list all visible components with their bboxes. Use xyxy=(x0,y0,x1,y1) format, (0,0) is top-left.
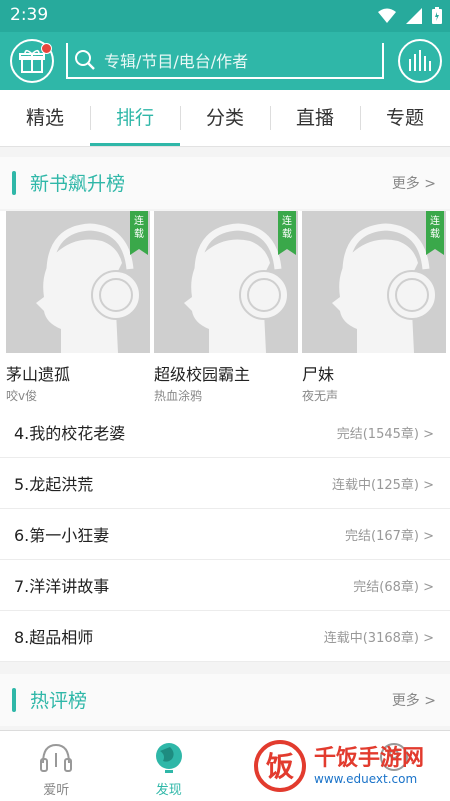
book-title: 茅山遗孤 xyxy=(6,361,150,385)
gift-button[interactable] xyxy=(10,39,54,83)
headphone-silhouette-icon xyxy=(302,211,446,353)
book-card[interactable]: 连载 超级校园霸主 热血涂鸦 xyxy=(154,211,298,404)
badge-notch xyxy=(278,249,296,255)
status-icons xyxy=(378,7,442,24)
serial-badge: 连载 xyxy=(426,211,444,249)
tab-live[interactable]: 直播 xyxy=(270,90,360,146)
watermark-logo: 饭 xyxy=(252,738,308,794)
more-link[interactable]: 更多 > xyxy=(392,690,436,710)
list-item-title: 5.龙起洪荒 xyxy=(14,471,93,495)
book-author: 夜无声 xyxy=(302,387,446,404)
svg-text:饭: 饭 xyxy=(266,750,294,783)
audio-rank-button[interactable] xyxy=(398,39,442,83)
notification-dot xyxy=(41,43,52,54)
tab-category[interactable]: 分类 xyxy=(180,90,270,146)
headphone-silhouette-icon xyxy=(6,211,150,353)
list-item[interactable]: 6.第一小狂妻 完结(167章) > xyxy=(0,509,450,560)
wifi-icon xyxy=(378,8,396,24)
serial-badge: 连载 xyxy=(278,211,296,249)
status-bar: 2:39 xyxy=(0,0,450,32)
list-item-status: 连载中(125章) > xyxy=(332,474,434,493)
search-icon xyxy=(74,49,96,71)
ranking-list: 4.我的校花老婆 完结(1545章) > 5.龙起洪荒 连载中(125章) > … xyxy=(0,407,450,662)
section-title: 热评榜 xyxy=(30,686,87,713)
watermark-main: 千饭手游网 xyxy=(314,746,424,772)
list-item-title: 8.超品相师 xyxy=(14,624,93,648)
nav-label: 爱听 xyxy=(0,779,113,798)
search-placeholder: 专辑/节目/电台/作者 xyxy=(104,48,248,72)
book-cover: 连载 xyxy=(6,211,150,353)
book-author: 热血涂鸦 xyxy=(154,387,298,404)
nav-discover[interactable]: 发现 xyxy=(113,731,226,801)
book-cards: 连载 茅山遗孤 咬v俊 连载 超级校园霸主 热血涂鸦 xyxy=(0,211,450,407)
list-item[interactable]: 8.超品相师 连载中(3168章) > xyxy=(0,611,450,662)
list-item-status: 完结(68章) > xyxy=(353,576,434,595)
tab-featured[interactable]: 精选 xyxy=(0,90,90,146)
book-author: 咬v俊 xyxy=(6,387,150,404)
watermark: 饭 千饭手游网 www.eduext.com xyxy=(252,735,448,797)
list-item-status: 连载中(3168章) > xyxy=(324,627,434,646)
watermark-text: 千饭手游网 www.eduext.com xyxy=(314,746,424,786)
search-bar[interactable]: 专辑/节目/电台/作者 xyxy=(66,43,384,79)
serial-badge: 连载 xyxy=(130,211,148,249)
list-item-title: 7.洋洋讲故事 xyxy=(14,573,109,597)
signal-icon xyxy=(406,8,422,24)
section-title: 新书飙升榜 xyxy=(30,169,125,196)
watermark-sub: www.eduext.com xyxy=(314,772,424,786)
globe-icon xyxy=(152,741,186,775)
gift-icon xyxy=(19,48,45,74)
headphone-silhouette-icon xyxy=(154,211,298,353)
list-item-status: 完结(167章) > xyxy=(345,525,434,544)
section-header-hot: 热评榜 更多 > xyxy=(0,674,450,726)
book-title: 超级校园霸主 xyxy=(154,361,298,385)
section-accent-bar xyxy=(12,171,16,195)
list-item-status: 完结(1545章) > xyxy=(337,423,434,442)
book-cover: 连载 xyxy=(302,211,446,353)
list-item[interactable]: 5.龙起洪荒 连载中(125章) > xyxy=(0,458,450,509)
nav-listen[interactable]: 爱听 xyxy=(0,731,113,801)
book-card[interactable]: 连载 尸妹 夜无声 xyxy=(302,211,446,404)
app-header: 专辑/节目/电台/作者 xyxy=(0,32,450,90)
more-link[interactable]: 更多 > xyxy=(392,173,436,193)
list-item-title: 6.第一小狂妻 xyxy=(14,522,109,546)
top-tabs: 精选 排行 分类 直播 专题 xyxy=(0,90,450,147)
book-card[interactable]: 连载 茅山遗孤 咬v俊 xyxy=(6,211,150,404)
list-item-title: 4.我的校花老婆 xyxy=(14,420,125,444)
list-item[interactable]: 7.洋洋讲故事 完结(68章) > xyxy=(0,560,450,611)
tab-ranking[interactable]: 排行 xyxy=(90,90,180,146)
list-item[interactable]: 4.我的校花老婆 完结(1545章) > xyxy=(0,407,450,458)
battery-icon xyxy=(432,7,442,24)
headphones-icon xyxy=(39,741,73,773)
nav-label: 发现 xyxy=(113,779,226,798)
equalizer-icon xyxy=(407,49,433,73)
badge-notch xyxy=(130,249,148,255)
section-header-new: 新书飙升榜 更多 > xyxy=(0,157,450,209)
book-cover: 连载 xyxy=(154,211,298,353)
book-title: 尸妹 xyxy=(302,361,446,385)
status-time: 2:39 xyxy=(10,5,48,25)
section-accent-bar xyxy=(12,688,16,712)
tab-topics[interactable]: 专题 xyxy=(360,90,450,146)
badge-notch xyxy=(426,249,444,255)
